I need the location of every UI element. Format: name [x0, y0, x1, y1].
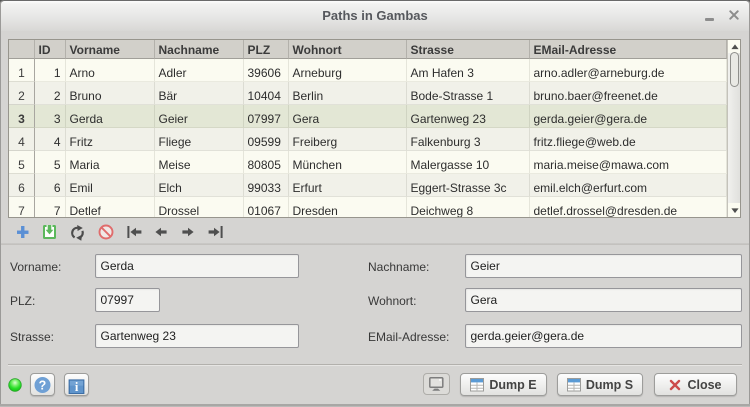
svg-text:i: i [75, 380, 79, 394]
svg-text:?: ? [39, 379, 47, 393]
